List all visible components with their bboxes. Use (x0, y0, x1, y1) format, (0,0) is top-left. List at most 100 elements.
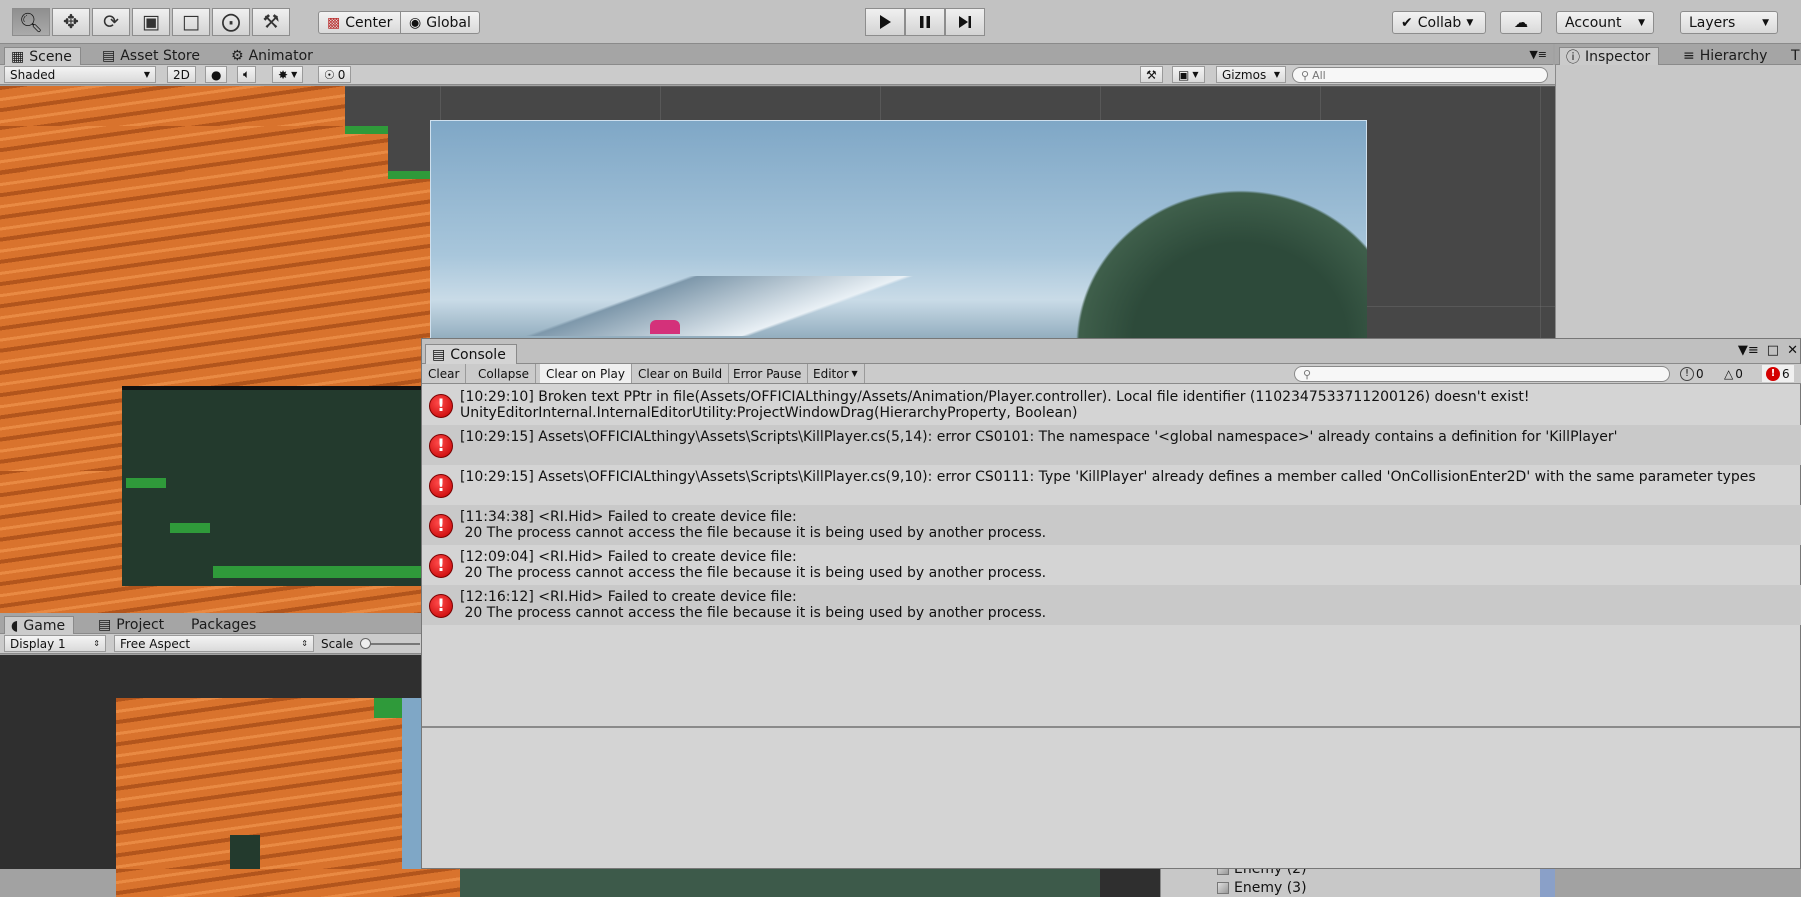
collapse-button[interactable]: Collapse (472, 364, 536, 383)
effects-icon: ✸ (278, 67, 289, 82)
editor-dropdown[interactable]: Editor ▼ (807, 364, 865, 383)
error-icon: ! (429, 394, 453, 418)
pause-button[interactable] (905, 8, 945, 36)
aspect-label: Free Aspect (120, 636, 191, 651)
tab-game[interactable]: ◖ Game (4, 616, 75, 634)
pivot-global-toggle[interactable]: ◉ Global (400, 11, 480, 34)
layers-dropdown[interactable]: Layers ▼ (1680, 11, 1778, 34)
aspect-dropdown[interactable]: Free Aspect ⇕ (114, 635, 314, 652)
menu-icon[interactable]: ▼≡ (1738, 343, 1759, 358)
gizmos-dropdown[interactable]: Gizmos ▼ (1216, 66, 1286, 83)
console-message[interactable]: ! [12:16:12] <RI.Hid> Failed to create d… (422, 585, 1801, 625)
clear-button[interactable]: Clear (422, 364, 467, 383)
info-count: 0 (1696, 366, 1704, 381)
camera-dropdown[interactable]: ▣ ▼ (1172, 66, 1205, 83)
2d-toggle[interactable]: 2D (167, 66, 196, 83)
tab-packages[interactable]: Packages (185, 616, 264, 634)
error-icon: ! (429, 514, 453, 538)
transform-icon: ⨀ (221, 11, 241, 33)
hidden-objects-toggle[interactable]: ☉ 0 (318, 66, 352, 83)
close-icon[interactable]: ✕ (1787, 343, 1798, 358)
console-titlebar[interactable]: ▤ Console ▼≡ □ ✕ (422, 339, 1800, 364)
grass-ledge (213, 566, 423, 578)
dropdown-arrow-icon: ▼ (1762, 17, 1769, 28)
clear-on-build-label: Clear on Build (638, 366, 723, 381)
search-icon: ⚲ (1303, 367, 1312, 381)
right-tab-strip: ⓘ Inspector ≡ Hierarchy T (1555, 44, 1801, 66)
message-line-2: 20 The process cannot access the file be… (460, 605, 1047, 621)
cloud-button[interactable]: ☁ (1500, 11, 1542, 34)
account-dropdown[interactable]: Account ▼ (1556, 11, 1654, 34)
tab-hierarchy[interactable]: ≡ Hierarchy (1677, 47, 1775, 65)
tab-inspector[interactable]: ⓘ Inspector (1559, 47, 1660, 66)
hierarchy-list: Enemy (2) Enemy (3) (1160, 861, 1540, 897)
custom-tool-button[interactable]: ⚒ (252, 8, 290, 36)
rect-icon: □ (182, 11, 200, 33)
scene-tools-button[interactable]: ⚒ (1140, 66, 1163, 83)
hierarchy-icon: ≡ (1683, 48, 1695, 64)
rect-tool-button[interactable]: □ (172, 8, 210, 36)
collab-dropdown[interactable]: ✔ Collab ▼ (1392, 11, 1486, 34)
scale-icon: ▣ (142, 11, 160, 33)
play-button[interactable] (865, 8, 905, 36)
console-message[interactable]: ! [10:29:15] Assets\OFFICIALthingy\Asset… (422, 465, 1801, 505)
globe-icon: ◉ (409, 14, 422, 31)
camera-icon: ▣ (1178, 67, 1190, 82)
message-line-1: [11:34:38] <RI.Hid> Failed to create dev… (460, 509, 797, 525)
console-message[interactable]: ! [10:29:15] Assets\OFFICIALthingy\Asset… (422, 425, 1801, 465)
scene-search-input[interactable]: ⚲ All (1292, 67, 1548, 83)
scale-tool-button[interactable]: ▣ (132, 8, 170, 36)
hand-tool-button[interactable]: 🔍︎ (12, 8, 50, 36)
effects-dropdown[interactable]: ✸ ▼ (272, 66, 304, 83)
message-line-1: [12:16:12] <RI.Hid> Failed to create dev… (460, 589, 797, 605)
clear-on-play-button[interactable]: Clear on Play (540, 364, 632, 383)
error-pause-button[interactable]: Error Pause (727, 364, 809, 383)
tab-scene[interactable]: ▦ Scene (4, 47, 81, 65)
game-view-bottom (460, 869, 1100, 897)
dropdown-arrow-icon: ▼ (1466, 17, 1474, 28)
clear-on-play-label: Clear on Play (546, 366, 625, 381)
tab-animator[interactable]: ⚙ Animator (225, 47, 321, 65)
display-label: Display 1 (10, 636, 66, 651)
stepper-arrows-icon: ⇕ (93, 639, 100, 648)
pivot-center-toggle[interactable]: ▩ Center (318, 11, 402, 34)
display-dropdown[interactable]: Display 1 ⇕ (4, 635, 106, 652)
console-toolbar: Clear Collapse Clear on Play Clear on Bu… (422, 364, 1801, 384)
scale-label: Scale (321, 637, 354, 651)
pivot-icon: ▩ (327, 14, 341, 31)
warning-count-toggle[interactable]: △ 0 (1724, 365, 1743, 382)
shading-mode-dropdown[interactable]: Shaded ▼ (4, 66, 156, 83)
message-text: [11:34:38] <RI.Hid> Failed to create dev… (460, 509, 1046, 541)
tab-project[interactable]: ▤ Project (92, 616, 172, 634)
gameobject-icon (1217, 882, 1229, 894)
message-detail-area[interactable] (422, 728, 1800, 868)
console-icon: ▤ (432, 346, 446, 363)
hierarchy-scrollbar[interactable] (1540, 869, 1555, 897)
audio-toggle[interactable]: 🔈︎ (237, 66, 257, 83)
search-icon: ⚲ (1301, 68, 1310, 82)
maximize-icon[interactable]: □ (1767, 343, 1779, 358)
console-message[interactable]: ! [12:09:04] <RI.Hid> Failed to create d… (422, 545, 1801, 585)
magnifier-icon: 🔍︎ (18, 11, 44, 34)
tab-extra[interactable]: T (1785, 47, 1801, 65)
transform-tool-button[interactable]: ⨀ (212, 8, 250, 36)
scale-slider-handle[interactable] (360, 638, 371, 649)
move-tool-button[interactable]: ✥ (52, 8, 90, 36)
message-text: [12:09:04] <RI.Hid> Failed to create dev… (460, 549, 1046, 581)
console-message[interactable]: ! [10:29:10] Broken text PPtr in file(As… (422, 385, 1801, 425)
clear-on-build-button[interactable]: Clear on Build (632, 364, 730, 383)
tab-console[interactable]: ▤ Console (425, 344, 517, 364)
rotate-tool-button[interactable]: ⟳ (92, 8, 130, 36)
info-count-toggle[interactable]: ! 0 (1680, 365, 1704, 382)
error-count-toggle[interactable]: ! 6 (1762, 365, 1794, 382)
tab-asset-store[interactable]: ▤ Asset Store (96, 47, 208, 65)
hierarchy-item[interactable]: Enemy (3) (1217, 880, 1307, 896)
editor-label: Editor (813, 366, 849, 381)
console-search-input[interactable]: ⚲ (1294, 366, 1670, 382)
tab-inspector-label: Inspector (1585, 48, 1651, 65)
panel-menu-icon[interactable]: ▼≡ (1529, 48, 1547, 61)
error-icon: ! (429, 474, 453, 498)
step-button[interactable] (945, 8, 985, 36)
lighting-toggle[interactable]: ● (205, 66, 228, 83)
console-message[interactable]: ! [11:34:38] <RI.Hid> Failed to create d… (422, 505, 1801, 545)
